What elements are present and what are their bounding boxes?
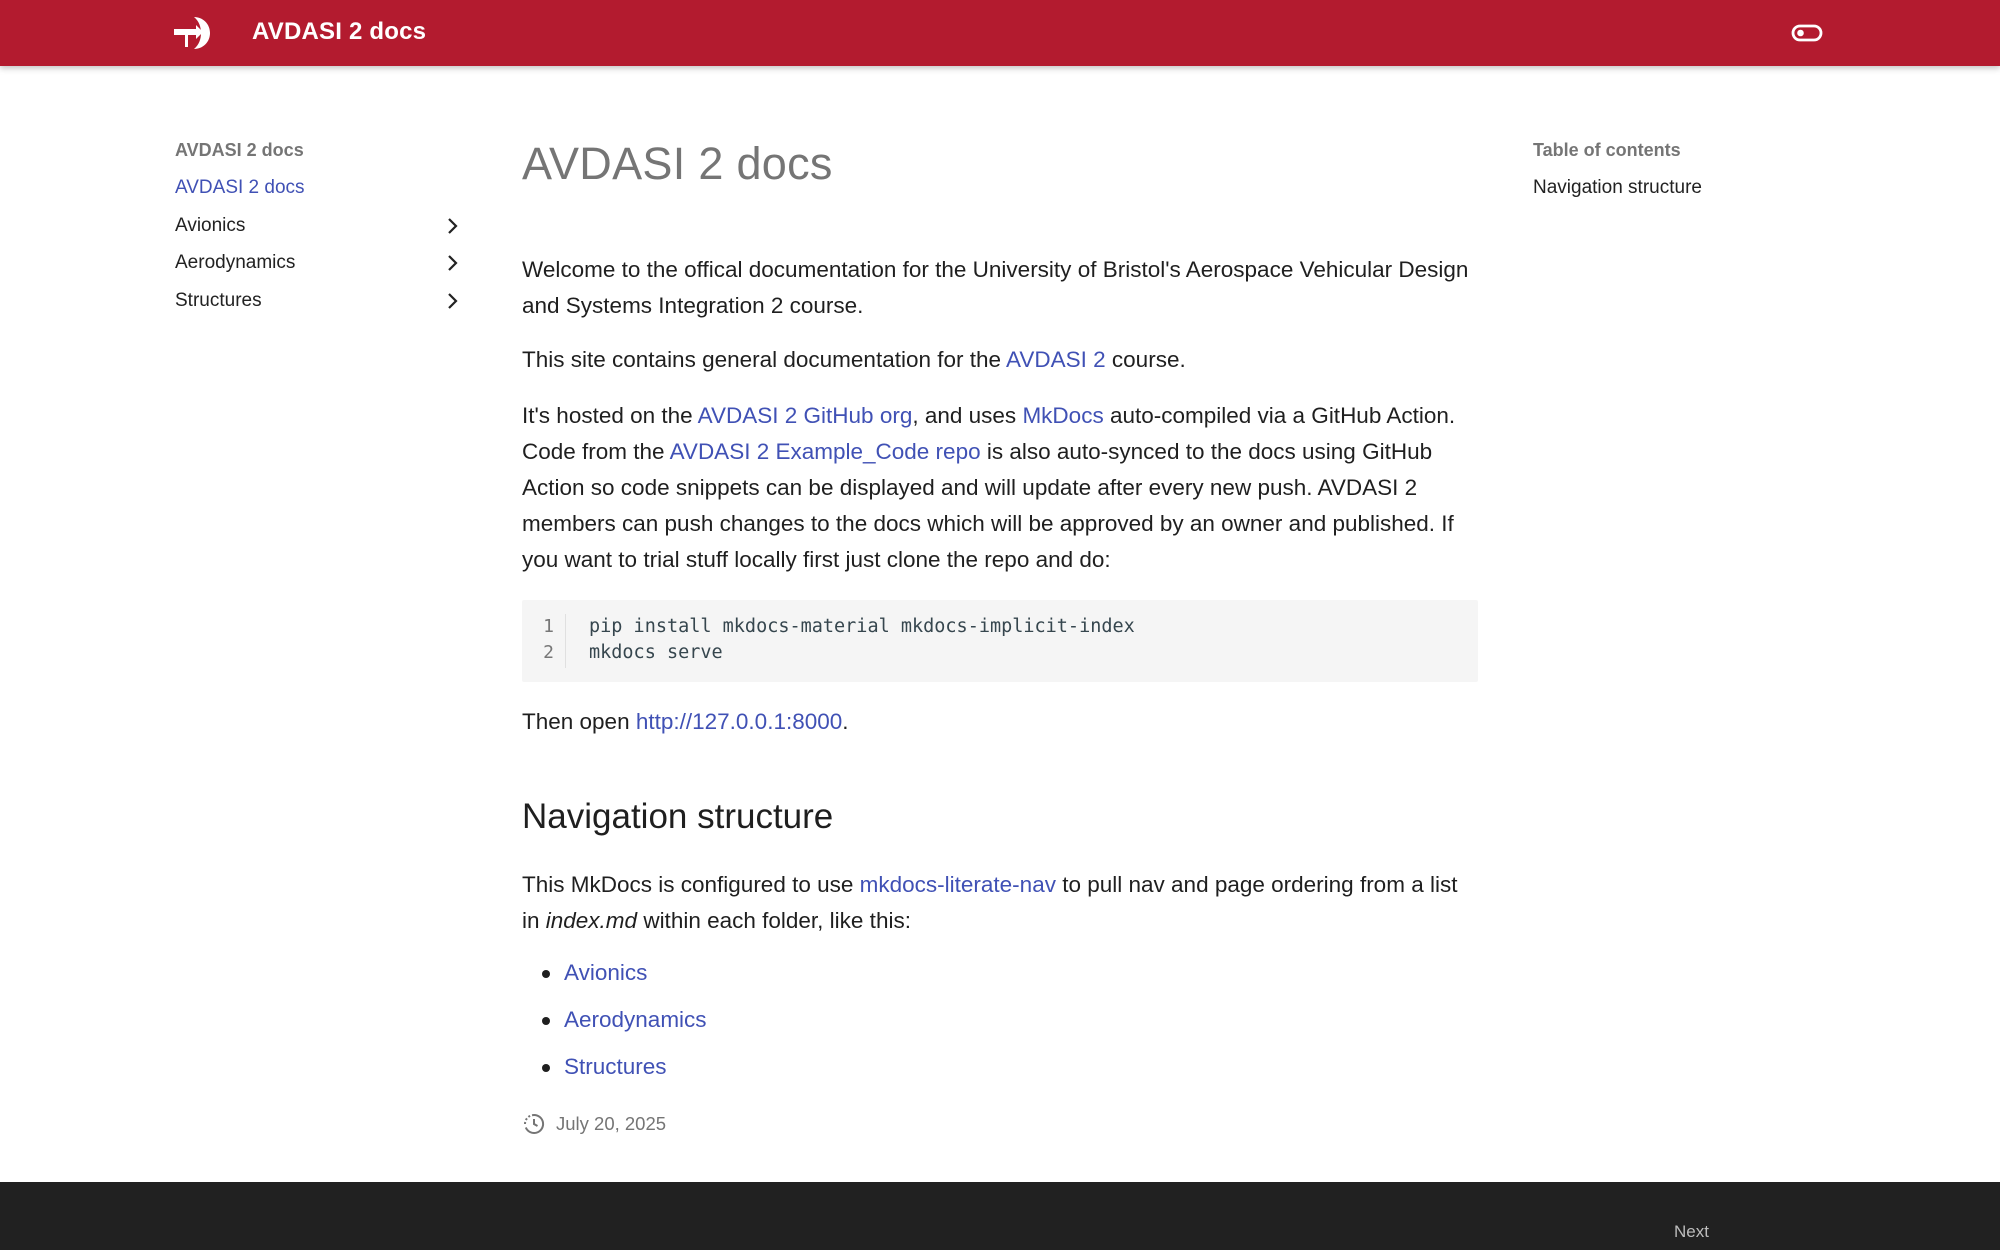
left-sidebar-nav: AVDASI 2 docs AVDASI 2 docs Avionics Aer… <box>175 140 465 327</box>
localhost-link[interactable]: http://127.0.0.1:8000 <box>636 709 842 734</box>
site-title[interactable]: AVDASI 2 docs <box>252 18 426 46</box>
intro-paragraph: Welcome to the offical documentation for… <box>522 257 1469 318</box>
code-text: pip install mkdocs-material mkdocs-impli… <box>589 614 1135 666</box>
text: Then open <box>522 709 636 734</box>
arrow-logo-icon[interactable] <box>172 14 212 52</box>
line-number: 1 <box>543 616 554 637</box>
bullet <box>542 1064 550 1072</box>
list-item: Avionics <box>522 958 1478 1005</box>
open-url-paragraph: Then open http://127.0.0.1:8000. <box>522 704 1478 740</box>
text: within each folder, like this: <box>637 908 911 933</box>
sidebar-item-label: Structures <box>175 289 262 311</box>
footer: Next <box>0 1182 2000 1250</box>
chevron-right-icon[interactable] <box>445 254 461 272</box>
list-item: Aerodynamics <box>522 1005 1478 1052</box>
nav-title: AVDASI 2 docs <box>175 140 304 160</box>
chevron-right-icon[interactable] <box>445 217 461 235</box>
text: course. <box>1105 347 1186 372</box>
line-numbers: 1 2 <box>522 614 566 668</box>
sidebar-item-home[interactable]: AVDASI 2 docs <box>175 177 465 201</box>
literate-nav-link[interactable]: mkdocs-literate-nav <box>860 872 1056 897</box>
list-item: Structures <box>522 1052 1478 1099</box>
main-content: AVDASI 2 docs Welcome to the offical doc… <box>522 134 1478 1134</box>
filename-emphasis: index.md <box>545 908 638 933</box>
code-block[interactable]: 1 2 pip install mkdocs-material mkdocs-i… <box>522 600 1478 682</box>
last-updated-date: July 20, 2025 <box>556 1113 667 1134</box>
page-title: AVDASI 2 docs <box>522 138 833 189</box>
code-line: mkdocs serve <box>589 642 723 663</box>
sidebar-item-label: AVDASI 2 docs <box>175 177 305 198</box>
site-description-paragraph: This site contains general documentation… <box>522 342 1478 378</box>
text: It's hosted on the <box>522 403 698 428</box>
text: This MkDocs is configured to use <box>522 872 860 897</box>
text: . <box>842 709 849 734</box>
toggle-switch-icon[interactable] <box>1790 20 1824 46</box>
sidebar-item-label: Avionics <box>175 214 246 236</box>
structures-link[interactable]: Structures <box>564 1054 667 1079</box>
footer-next-link[interactable]: Next <box>1674 1222 1709 1242</box>
section-title-navigation-structure: Navigation structure <box>522 797 834 836</box>
section-link-list: Avionics Aerodynamics Structures <box>522 958 1478 1099</box>
text: , and uses <box>912 403 1023 428</box>
text: This site contains general documentation… <box>522 347 1007 372</box>
hosting-paragraph: It's hosted on the AVDASI 2 GitHub org, … <box>522 398 1478 578</box>
toc-title: Table of contents <box>1533 140 1681 160</box>
mkdocs-link[interactable]: MkDocs <box>1022 403 1103 428</box>
aerodynamics-link[interactable]: Aerodynamics <box>564 1007 707 1032</box>
chevron-right-icon[interactable] <box>445 292 461 310</box>
nav-config-paragraph: This MkDocs is configured to use mkdocs-… <box>522 867 1478 939</box>
header-bar: AVDASI 2 docs <box>0 0 2000 66</box>
line-number: 2 <box>543 642 554 663</box>
clock-history-icon <box>524 1113 545 1134</box>
bullet <box>542 1017 550 1025</box>
sidebar-item-aerodynamics[interactable]: Aerodynamics <box>175 252 465 276</box>
toc-item-navigation-structure[interactable]: Navigation structure <box>1533 177 1833 199</box>
sidebar-item-structures[interactable]: Structures <box>175 290 465 314</box>
sidebar-item-label: Aerodynamics <box>175 252 296 273</box>
sidebar-item-avionics[interactable]: Avionics <box>175 215 465 239</box>
bullet <box>542 970 550 978</box>
avdasi2-link[interactable]: AVDASI 2 <box>1006 347 1106 372</box>
table-of-contents: Table of contents Navigation structure <box>1533 140 1833 199</box>
example-code-repo-link[interactable]: AVDASI 2 Example_Code repo <box>670 439 981 464</box>
code-line: pip install mkdocs-material mkdocs-impli… <box>589 616 1135 637</box>
github-org-link[interactable]: AVDASI 2 GitHub org <box>698 403 913 428</box>
avionics-link[interactable]: Avionics <box>564 960 647 985</box>
